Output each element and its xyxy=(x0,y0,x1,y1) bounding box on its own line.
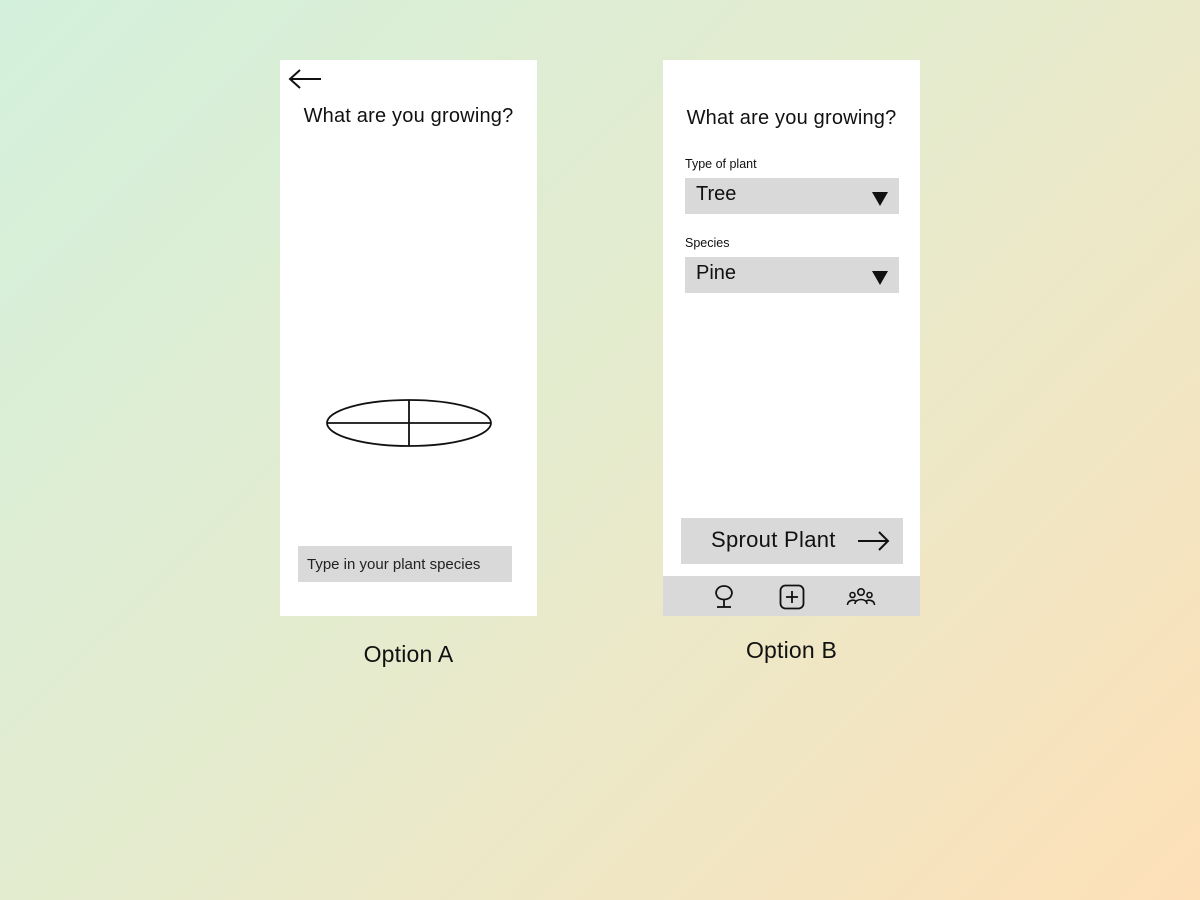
arrow-left-icon xyxy=(288,69,321,89)
caret-down-icon xyxy=(871,191,889,207)
option-a-caption: Option A xyxy=(363,641,454,667)
option-b-caption: Option B xyxy=(745,637,838,663)
species-select[interactable]: Pine xyxy=(685,257,899,293)
arrow-right-icon xyxy=(857,529,891,553)
plant-type-label: Type of plant xyxy=(685,157,757,171)
sprout-plant-button[interactable]: Sprout Plant xyxy=(681,518,903,564)
species-value: Pine xyxy=(696,262,737,284)
nav-add[interactable] xyxy=(778,583,806,611)
species-label: Species xyxy=(685,236,730,250)
option-a-screen: What are you growing? xyxy=(280,60,537,616)
page-title: What are you growing? xyxy=(686,107,897,129)
sprout-plant-label: Sprout Plant xyxy=(711,527,836,552)
option-b-screen: What are you growing? Type of plant Tree… xyxy=(663,60,920,616)
tree-icon xyxy=(715,585,733,608)
nav-community[interactable] xyxy=(846,583,876,611)
species-input[interactable] xyxy=(298,546,512,582)
community-icon xyxy=(846,588,876,606)
plant-type-select[interactable]: Tree xyxy=(685,178,899,214)
page-title: What are you growing? xyxy=(303,105,514,127)
bottom-nav xyxy=(663,576,920,616)
add-square-icon xyxy=(779,584,805,610)
seed-icon xyxy=(325,398,493,448)
nav-tree[interactable] xyxy=(710,583,738,611)
back-button[interactable] xyxy=(288,68,322,92)
plant-type-value: Tree xyxy=(696,183,737,205)
caret-down-icon xyxy=(871,270,889,286)
